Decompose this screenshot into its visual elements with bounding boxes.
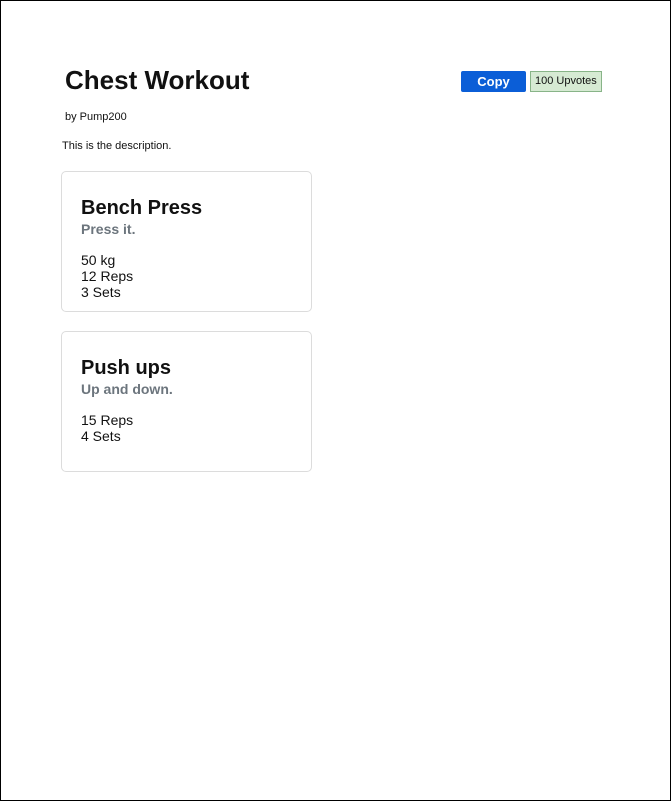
exercise-card-body: Push ups Up and down. 15 Reps 4 Sets [81,356,173,444]
workout-description: This is the description. [62,140,172,152]
exercise-name: Push ups [81,357,172,379]
workout-author: by Pump200 [65,111,127,123]
exercise-sets: 4 Sets [81,428,121,444]
workout-title: Chest Workout [65,65,250,95]
exercise-reps: 15 Reps [81,412,134,428]
exercise-reps: 12 Reps [81,268,134,284]
exercise-description: Up and down. [81,381,173,397]
exercise-name: Bench Press [81,197,203,219]
exercise-sets: 3 Sets [81,284,121,300]
exercise-description: Press it. [81,221,136,237]
exercise-card-push-ups: Push ups Up and down. 15 Reps 4 Sets [61,331,312,472]
exercise-card-bench-press: Bench Press Press it. 50 kg 12 Reps 3 Se… [61,171,312,312]
workout-actions: Copy 100 Upvotes [461,71,602,92]
upvotes-badge: 100 Upvotes [530,71,602,92]
exercise-weight: 50 kg [81,252,116,268]
exercise-card-body: Bench Press Press it. 50 kg 12 Reps 3 Se… [81,196,202,300]
copy-button[interactable]: Copy [461,71,526,92]
